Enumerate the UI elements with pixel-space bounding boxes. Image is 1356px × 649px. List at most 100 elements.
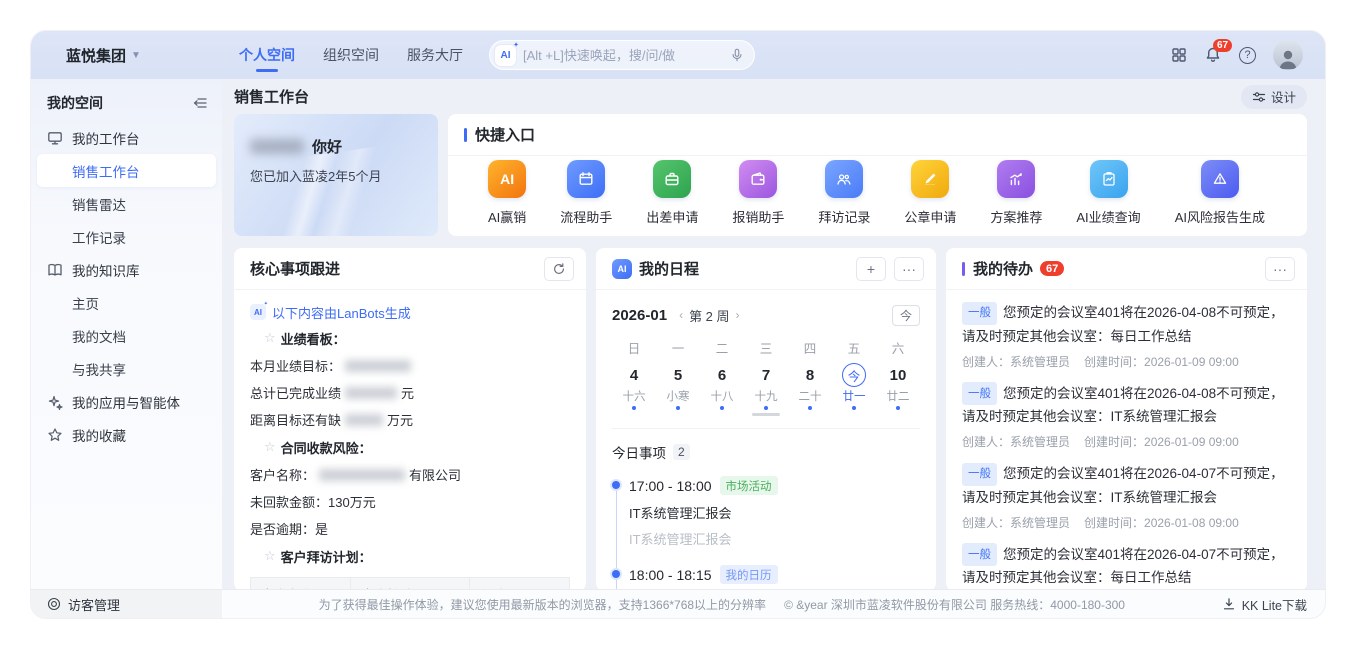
- clipboard-chart-icon: [1090, 160, 1128, 198]
- sidebar-item-my-favorites[interactable]: 我的收藏: [31, 418, 222, 451]
- star-bullet-icon: ☆: [264, 330, 276, 346]
- todo-item[interactable]: 一般您预定的会议室401将在2026-04-07不可预定，请及时预定其他会议室：…: [962, 544, 1291, 590]
- quick-entry-plan-recommendation[interactable]: 方案推荐: [990, 160, 1042, 226]
- sidebar-item-my-apps-agents[interactable]: 我的应用与智能体: [31, 385, 222, 418]
- event-dot: [720, 406, 724, 410]
- design-button[interactable]: 设计: [1241, 85, 1307, 109]
- todo-more-button[interactable]: ···: [1265, 257, 1295, 281]
- sidebar-item-sales-workbench[interactable]: 销售工作台: [37, 154, 216, 187]
- priority-tag: 一般: [962, 463, 997, 486]
- workspace-tabs: 个人空间 组织空间 服务大厅: [239, 32, 463, 78]
- event-dot: [896, 406, 900, 410]
- todo-item[interactable]: 一般您预定的会议室401将在2026-04-07不可预定，请及时预定其他会议室：…: [962, 463, 1291, 531]
- help-icon[interactable]: ?: [1239, 47, 1256, 64]
- event-dot: [808, 406, 812, 410]
- calendar-day[interactable]: 8 二十: [788, 362, 832, 412]
- sidebar-item-shared-with-me[interactable]: 与我共享: [31, 352, 222, 385]
- calendar-day-today[interactable]: 今 廿一: [832, 362, 876, 412]
- org-switcher[interactable]: 蓝悦集团 ▼: [66, 45, 204, 66]
- sidebar-item-home[interactable]: 主页: [31, 286, 222, 319]
- quick-entry-ai-sales[interactable]: AI AI赢销: [488, 160, 526, 226]
- footer: 访客管理 为了获得最佳操作体验，建议您使用最新版本的浏览器，支持1366*768…: [31, 589, 1325, 618]
- download-icon: [1222, 597, 1236, 611]
- core-matters-card: 核心事项跟进 AI 以下内容由LanBots生成 ☆ 业绩看板：: [234, 248, 586, 589]
- schedule-title: 我的日程: [639, 258, 699, 279]
- ai-search-bar[interactable]: AI: [489, 40, 755, 70]
- quick-entry-ai-risk-report[interactable]: AI风险报告生成: [1175, 160, 1265, 226]
- schedule-more-button[interactable]: ···: [894, 257, 924, 281]
- tab-org-space[interactable]: 组织空间: [323, 32, 379, 78]
- user-avatar[interactable]: [1273, 40, 1303, 70]
- perf-completed-line: 总计已完成业绩元: [250, 379, 570, 406]
- calendar-day-selected[interactable]: 7 十九: [744, 362, 788, 412]
- next-week-icon[interactable]: ›: [736, 308, 740, 322]
- kk-lite-download[interactable]: KK Lite下载: [1222, 595, 1325, 614]
- chevron-down-icon: ▼: [131, 50, 141, 61]
- quick-entry-workflow-assistant[interactable]: 流程助手: [560, 160, 612, 226]
- event-tag: 我的日历: [720, 565, 778, 584]
- people-icon: [825, 160, 863, 198]
- warning-triangle-icon: [1201, 160, 1239, 198]
- ai-schedule-icon: AI: [612, 259, 632, 279]
- calendar-day[interactable]: 4 十六: [612, 362, 656, 412]
- main-content: 销售工作台 设计 你好 您已加入蓝凌2年5个月 快捷入口: [222, 79, 1325, 589]
- calendar-day[interactable]: 10 廿二: [876, 362, 920, 412]
- refresh-icon: [552, 262, 566, 276]
- todo-item[interactable]: 一般您预定的会议室401将在2026-04-08不可预定，请及时预定其他会议室：…: [962, 383, 1291, 451]
- tab-personal-space[interactable]: 个人空间: [239, 32, 295, 78]
- event-dot: [852, 406, 856, 410]
- todo-item[interactable]: 一般您预定的会议室401将在2026-04-08不可预定，请及时预定其他会议室：…: [962, 302, 1291, 370]
- app-window: 蓝悦集团 ▼ 个人空间 组织空间 服务大厅 AI: [30, 30, 1326, 619]
- sidebar-item-my-knowledge-base[interactable]: 我的知识库: [31, 253, 222, 286]
- quick-entry-visit-records[interactable]: 拜访记录: [818, 160, 870, 226]
- quick-entry-ai-performance[interactable]: AI业绩查询: [1076, 160, 1140, 226]
- redacted-value: [345, 387, 397, 399]
- event-dot: [632, 406, 636, 410]
- target-icon: [47, 597, 61, 611]
- sidebar-item-my-workbench[interactable]: 我的工作台: [31, 121, 222, 154]
- risk-section-title: ☆ 合同收款风险：: [264, 433, 570, 461]
- today-button[interactable]: 今: [892, 305, 920, 326]
- timeline-dot: [612, 570, 620, 578]
- prev-week-icon[interactable]: ‹: [679, 308, 683, 322]
- search-input[interactable]: [523, 48, 730, 63]
- refresh-button[interactable]: [544, 257, 574, 281]
- event-item[interactable]: 17:00 - 18:00 市场活动 IT系统管理汇报会 IT系统管理汇报会: [629, 476, 920, 548]
- quick-entry-seal-application[interactable]: 公章申请: [904, 160, 956, 226]
- sidebar-item-work-records[interactable]: 工作记录: [31, 220, 222, 253]
- ai-badge-icon: AI: [250, 304, 266, 320]
- apps-grid-icon[interactable]: [1171, 47, 1187, 63]
- accent-bar: [464, 128, 467, 142]
- today-items-label: 今日事项: [612, 442, 666, 462]
- sidebar-item-sales-radar[interactable]: 销售雷达: [31, 187, 222, 220]
- chart-up-icon: [997, 160, 1035, 198]
- today-items-count: 2: [673, 444, 690, 460]
- accent-bar: [962, 262, 965, 276]
- calendar-day[interactable]: 5 小寒: [656, 362, 700, 412]
- visit-plan-table: 客户名称 客户接待人 拜访日期: [250, 577, 570, 589]
- redacted-user-name: [250, 139, 304, 154]
- sidebar: 我的空间 我的工作台 销售工作台 销售雷达 工作记录 我的知识: [31, 79, 222, 589]
- redacted-value: [319, 469, 405, 481]
- tab-service-hall[interactable]: 服务大厅: [407, 32, 463, 78]
- star-icon: [47, 427, 63, 443]
- ai-generated-note: AI 以下内容由LanBots生成: [250, 300, 570, 324]
- redacted-value: [345, 360, 411, 372]
- wallet-icon: [739, 160, 777, 198]
- quick-entry-expense-assistant[interactable]: 报销助手: [732, 160, 784, 226]
- visitor-management-button[interactable]: 访客管理: [31, 590, 222, 618]
- event-item[interactable]: 18:00 - 18:15 我的日历 每日工作总结: [629, 565, 920, 589]
- sidebar-item-my-documents[interactable]: 我的文档: [31, 319, 222, 352]
- notification-bell-icon[interactable]: 67: [1204, 46, 1222, 64]
- microphone-icon[interactable]: [730, 48, 744, 62]
- quick-entry-business-trip[interactable]: 出差申请: [646, 160, 698, 226]
- timeline-dot: [612, 481, 620, 489]
- schedule-card: AI 我的日程 + ··· 2026-01 ‹ 第 2 周 ›: [596, 248, 936, 589]
- add-event-button[interactable]: +: [856, 257, 886, 281]
- ai-sales-icon: AI: [488, 160, 526, 198]
- calendar-day[interactable]: 6 十八: [700, 362, 744, 412]
- table-header: 拜访日期: [469, 578, 569, 590]
- book-icon: [47, 262, 63, 278]
- sidebar-collapse-icon[interactable]: [192, 95, 208, 111]
- table-header: 客户名称: [251, 578, 351, 590]
